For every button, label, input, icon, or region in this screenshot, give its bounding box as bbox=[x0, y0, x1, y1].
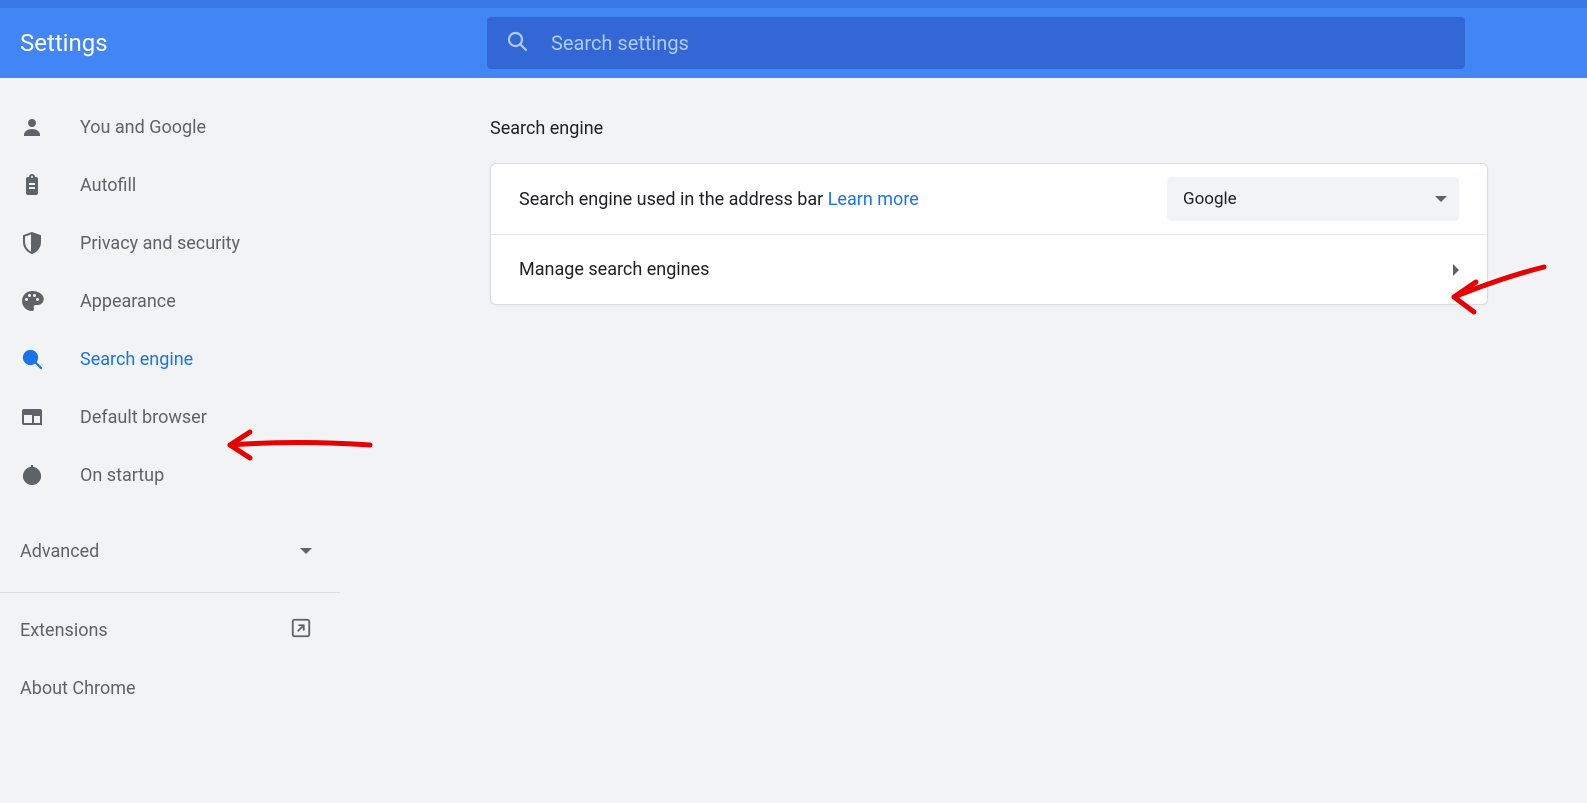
sidebar-item-default-browser[interactable]: Default browser bbox=[0, 388, 340, 446]
learn-more-link[interactable]: Learn more bbox=[828, 189, 919, 210]
manage-search-engines-row[interactable]: Manage search engines bbox=[491, 234, 1487, 304]
dropdown-arrow-icon bbox=[1435, 196, 1447, 202]
shield-icon bbox=[20, 231, 80, 255]
power-icon bbox=[20, 463, 80, 487]
sidebar-item-label: Autofill bbox=[80, 175, 136, 196]
sidebar-item-label: On startup bbox=[80, 465, 164, 486]
search-settings-input[interactable] bbox=[551, 31, 1447, 55]
palette-icon bbox=[20, 289, 80, 313]
sidebar-extensions-label: Extensions bbox=[20, 620, 108, 641]
sidebar-item-label: Appearance bbox=[80, 291, 176, 312]
sidebar-item-on-startup[interactable]: On startup bbox=[0, 446, 340, 504]
header: Settings bbox=[0, 0, 1587, 78]
dropdown-value: Google bbox=[1183, 189, 1237, 209]
browser-icon bbox=[20, 405, 80, 429]
sidebar-item-autofill[interactable]: Autofill bbox=[0, 156, 340, 214]
sidebar-item-you-and-google[interactable]: You and Google bbox=[0, 98, 340, 156]
sidebar-item-label: Default browser bbox=[80, 407, 207, 428]
clipboard-icon bbox=[20, 173, 80, 197]
sidebar-extensions[interactable]: Extensions bbox=[0, 601, 340, 659]
divider bbox=[0, 592, 340, 593]
section-title: Search engine bbox=[490, 118, 1587, 139]
chevron-right-icon bbox=[1453, 264, 1459, 276]
row-text: Search engine used in the address bar Le… bbox=[519, 189, 919, 210]
settings-card: Search engine used in the address bar Le… bbox=[490, 163, 1488, 305]
sidebar-advanced-label: Advanced bbox=[20, 541, 99, 562]
external-link-icon bbox=[290, 617, 312, 644]
page-title: Settings bbox=[20, 29, 487, 57]
sidebar-item-search-engine[interactable]: Search engine bbox=[0, 330, 340, 388]
main-content: Search engine Search engine used in the … bbox=[340, 78, 1587, 803]
search-icon bbox=[505, 29, 529, 57]
sidebar-advanced[interactable]: Advanced bbox=[0, 522, 340, 580]
search-engine-dropdown[interactable]: Google bbox=[1167, 177, 1459, 221]
search-engine-row: Search engine used in the address bar Le… bbox=[491, 164, 1487, 234]
sidebar-item-label: Privacy and security bbox=[80, 233, 240, 254]
chevron-down-icon bbox=[300, 548, 312, 554]
sidebar-about-label: About Chrome bbox=[20, 678, 136, 699]
sidebar-item-label: You and Google bbox=[80, 117, 206, 138]
sidebar: You and Google Autofill Privacy and secu… bbox=[0, 78, 340, 803]
row-text: Manage search engines bbox=[519, 259, 709, 280]
sidebar-item-privacy[interactable]: Privacy and security bbox=[0, 214, 340, 272]
sidebar-item-appearance[interactable]: Appearance bbox=[0, 272, 340, 330]
person-icon bbox=[20, 115, 80, 139]
sidebar-item-label: Search engine bbox=[80, 349, 193, 370]
search-icon bbox=[20, 347, 80, 371]
sidebar-about-chrome[interactable]: About Chrome bbox=[0, 659, 340, 717]
search-settings-bar[interactable] bbox=[487, 17, 1465, 69]
